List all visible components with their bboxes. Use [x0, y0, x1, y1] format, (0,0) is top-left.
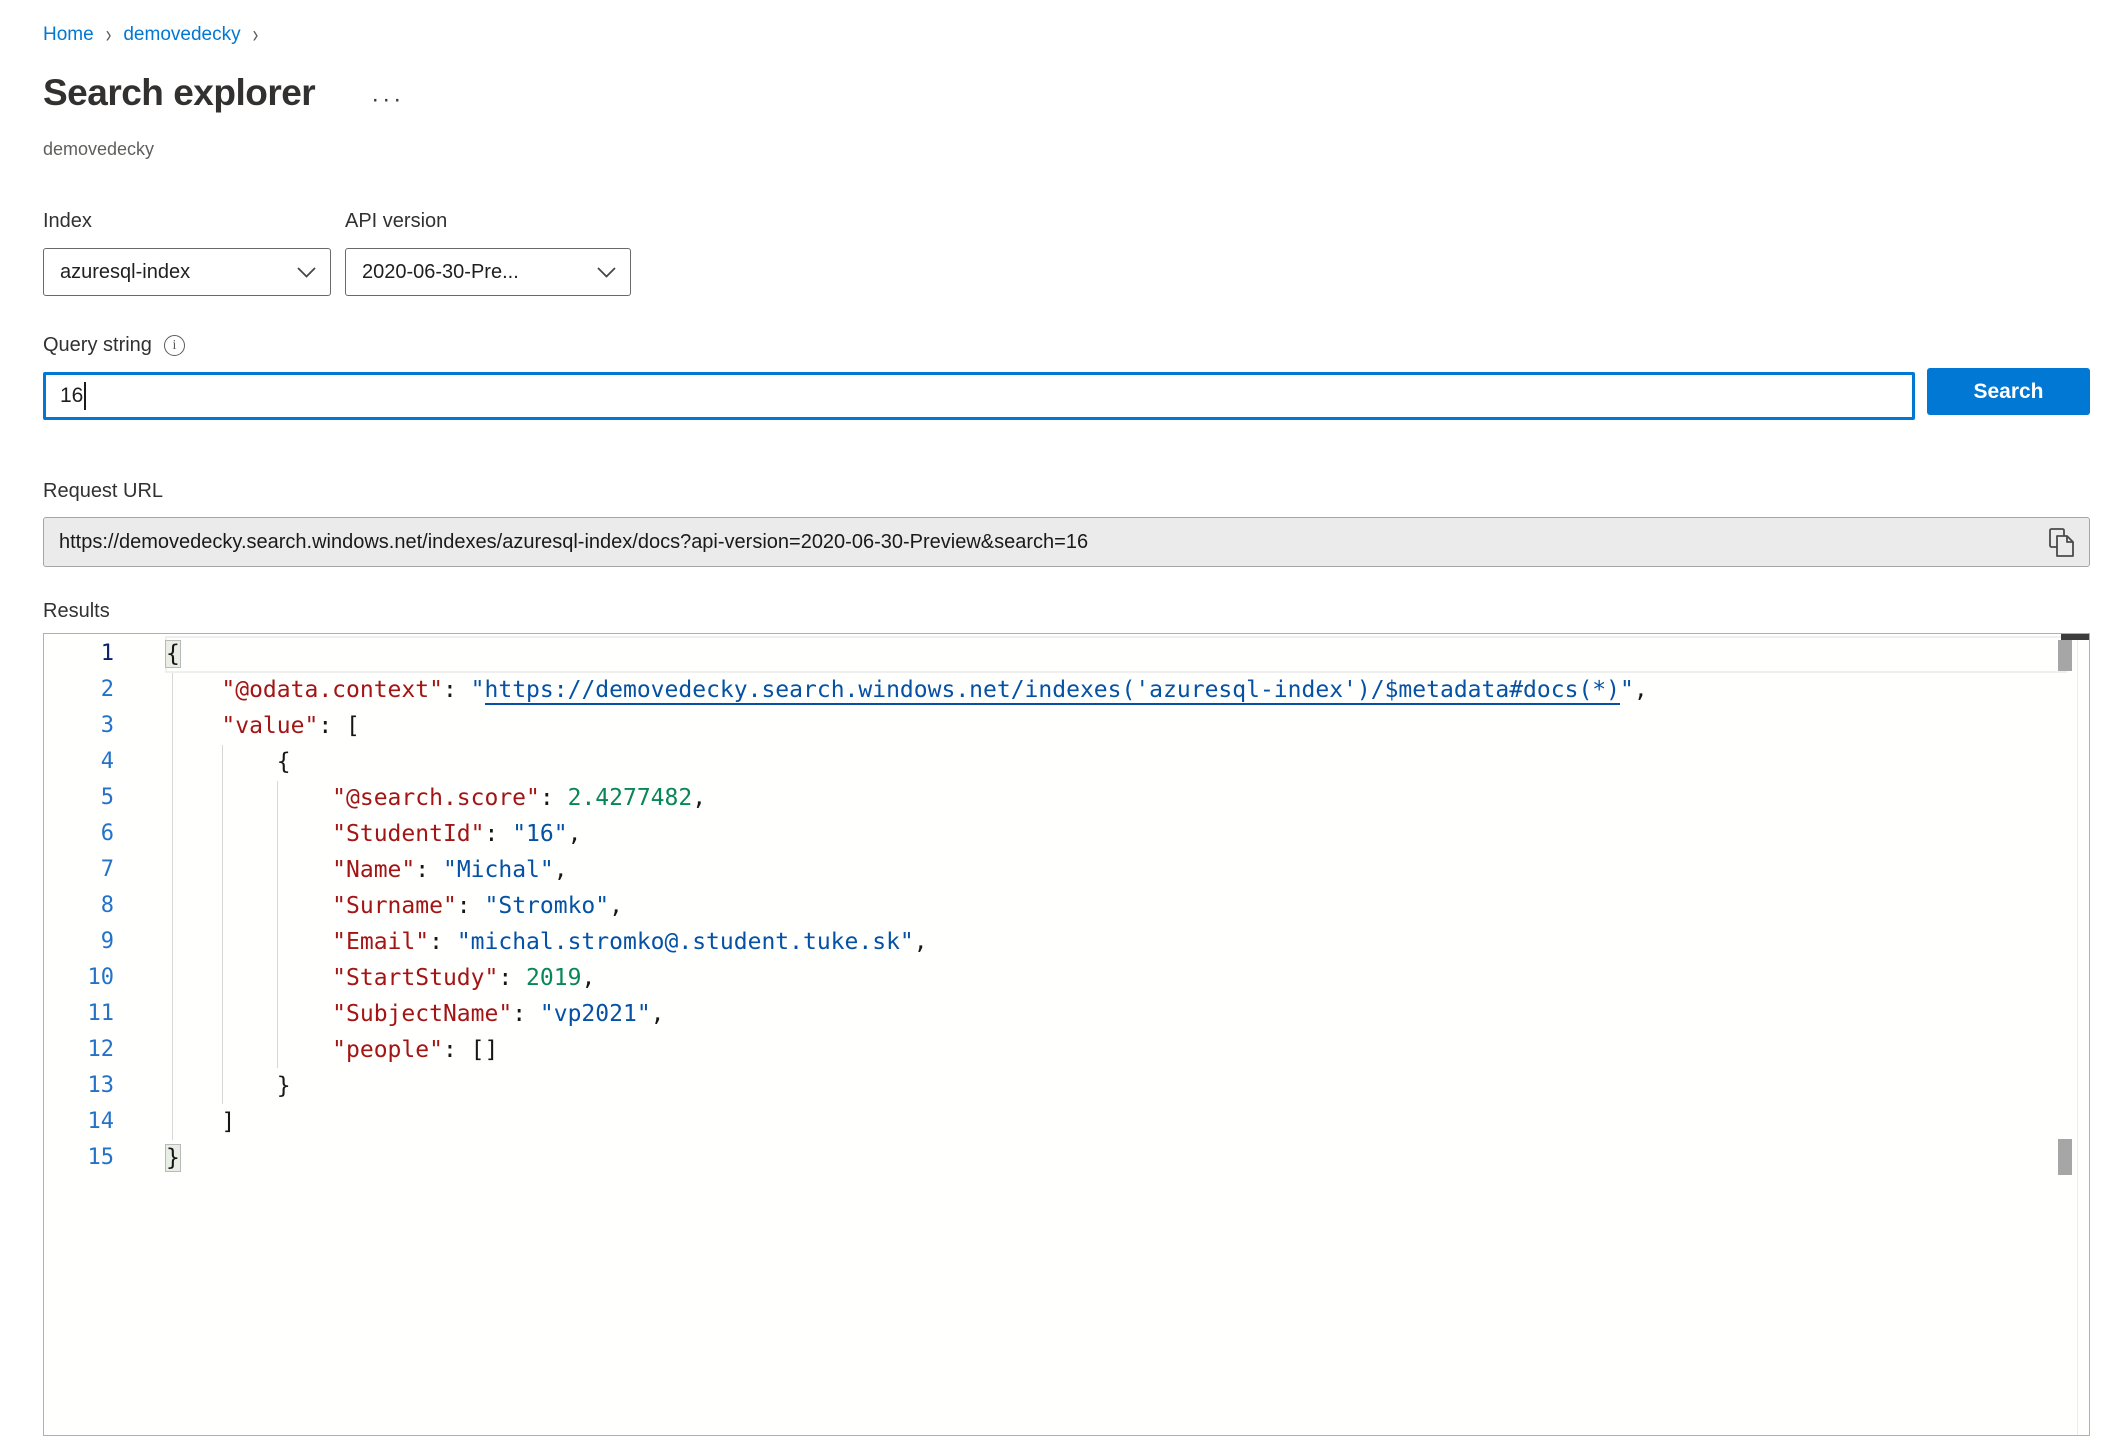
search-button[interactable]: Search: [1927, 368, 2090, 415]
chevron-right-icon: ›: [106, 21, 112, 49]
index-dropdown[interactable]: azuresql-index: [43, 248, 331, 296]
code-line: 2 "@odata.context": "https://demovedecky…: [44, 672, 2089, 708]
index-dropdown-value: azuresql-index: [60, 261, 190, 284]
api-version-dropdown-value: 2020-06-30-Pre...: [362, 261, 519, 284]
chevron-down-icon: [297, 267, 316, 278]
line-number: 5: [44, 780, 114, 816]
code-text: "@search.score": 2.4277482,: [114, 780, 706, 816]
code-text: "people": []: [114, 1032, 498, 1068]
code-text: }: [114, 1068, 291, 1104]
code-line: 12 "people": []: [44, 1032, 2089, 1068]
editor-lines: 1{2 "@odata.context": "https://demovedec…: [44, 636, 2089, 1176]
chevron-down-icon: [597, 267, 616, 278]
code-text: "StudentId": "16",: [114, 816, 581, 852]
code-text: "Email": "michal.stromko@.student.tuke.s…: [114, 924, 928, 960]
code-text: "@odata.context": "https://demovedecky.s…: [114, 672, 1648, 708]
code-text: "StartStudy": 2019,: [114, 960, 595, 996]
code-line: 13 }: [44, 1068, 2089, 1104]
scrollbar-track-edge: [2077, 634, 2078, 1435]
line-number: 10: [44, 960, 114, 996]
code-line: 5 "@search.score": 2.4277482,: [44, 780, 2089, 816]
code-line: 15}: [44, 1140, 2089, 1176]
request-url-value: https://demovedecky.search.windows.net/i…: [59, 531, 2038, 554]
index-label: Index: [43, 210, 92, 233]
breadcrumb: Home › demovedecky ›: [43, 24, 258, 46]
json-results-editor[interactable]: 1{2 "@odata.context": "https://demovedec…: [43, 633, 2090, 1436]
code-text: }: [114, 1140, 180, 1176]
code-text: {: [114, 744, 291, 780]
copy-icon: [2048, 527, 2075, 558]
line-number: 15: [44, 1140, 114, 1176]
line-number: 14: [44, 1104, 114, 1140]
query-input[interactable]: 16: [43, 372, 1915, 420]
api-version-label: API version: [345, 210, 447, 233]
text-caret: [84, 382, 86, 410]
code-line: 8 "Surname": "Stromko",: [44, 888, 2089, 924]
breadcrumb-link-home[interactable]: Home: [43, 24, 94, 46]
results-label: Results: [43, 600, 110, 623]
code-text: "SubjectName": "vp2021",: [114, 996, 665, 1032]
line-number: 13: [44, 1068, 114, 1104]
line-number: 3: [44, 708, 114, 744]
scrollbar-thumb[interactable]: [2058, 640, 2072, 671]
code-line: 6 "StudentId": "16",: [44, 816, 2089, 852]
api-version-dropdown[interactable]: 2020-06-30-Pre...: [345, 248, 631, 296]
page-title: Search explorer: [43, 72, 315, 114]
line-number: 12: [44, 1032, 114, 1068]
search-explorer-page: Home › demovedecky › Search explorer ···…: [0, 0, 2102, 1436]
code-text: "Surname": "Stromko",: [114, 888, 623, 924]
line-number: 2: [44, 672, 114, 708]
page-subtitle: demovedecky: [43, 139, 154, 160]
code-line: 11 "SubjectName": "vp2021",: [44, 996, 2089, 1032]
chevron-right-icon: ›: [253, 21, 259, 49]
code-line: 1{: [44, 636, 2089, 672]
line-number: 6: [44, 816, 114, 852]
query-input-value: 16: [60, 384, 83, 408]
code-text: "value": [: [114, 708, 360, 744]
code-line: 10 "StartStudy": 2019,: [44, 960, 2089, 996]
code-line: 9 "Email": "michal.stromko@.student.tuke…: [44, 924, 2089, 960]
breadcrumb-link-demovedecky[interactable]: demovedecky: [123, 24, 240, 46]
query-string-label: Query string: [43, 334, 152, 357]
line-number: 9: [44, 924, 114, 960]
code-text: {: [114, 636, 180, 672]
request-url-field: https://demovedecky.search.windows.net/i…: [43, 517, 2090, 567]
info-icon[interactable]: i: [164, 335, 185, 356]
code-text: ]: [114, 1104, 235, 1140]
request-url-label: Request URL: [43, 480, 163, 503]
code-line: 7 "Name": "Michal",: [44, 852, 2089, 888]
copy-button[interactable]: [2048, 527, 2075, 558]
line-number: 1: [44, 636, 114, 672]
code-text: "Name": "Michal",: [114, 852, 568, 888]
line-number: 11: [44, 996, 114, 1032]
more-button[interactable]: ···: [371, 95, 404, 105]
line-number: 7: [44, 852, 114, 888]
overview-ruler-bracket-mark: [2058, 1139, 2072, 1175]
line-number: 8: [44, 888, 114, 924]
line-number: 4: [44, 744, 114, 780]
code-line: 4 {: [44, 744, 2089, 780]
code-line: 3 "value": [: [44, 708, 2089, 744]
code-line: 14 ]: [44, 1104, 2089, 1140]
